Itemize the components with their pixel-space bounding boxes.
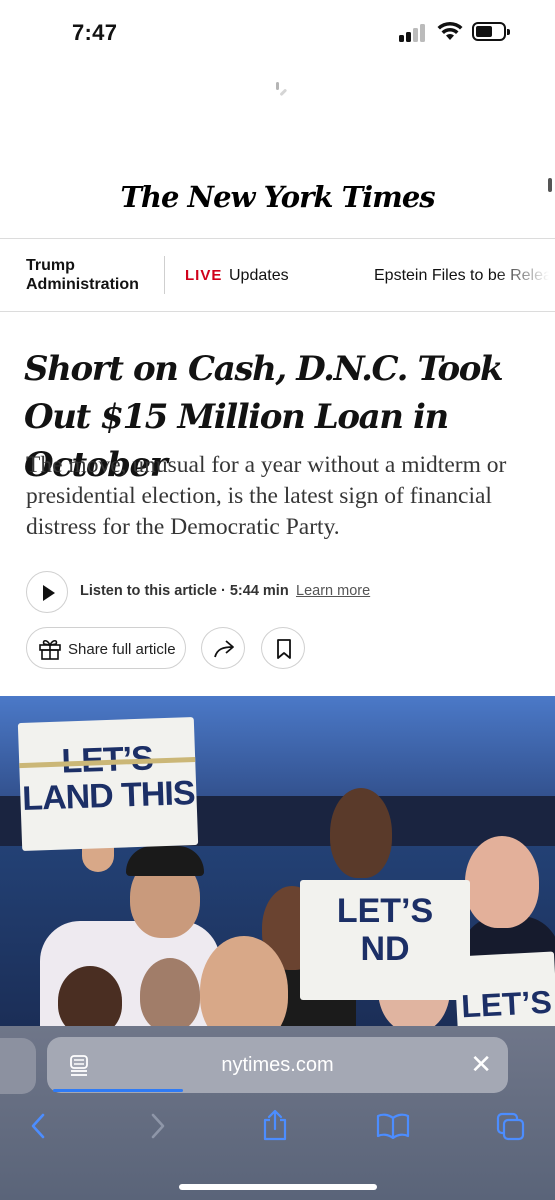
share-button[interactable]	[201, 627, 245, 669]
listen-label: Listen to this article · 5:44 min	[80, 583, 289, 599]
tabs-icon[interactable]	[496, 1112, 526, 1142]
live-updates-link[interactable]: Updates	[229, 267, 289, 285]
forward-icon[interactable]	[148, 1111, 168, 1141]
news-ticker: Trump Administration LIVE Updates Epstei…	[0, 238, 555, 312]
live-badge[interactable]: LIVE	[185, 267, 222, 284]
article-photo[interactable]: LET’S LAND THIS LET’S ND LET’S	[0, 696, 555, 1026]
person-head	[140, 958, 200, 1026]
loading-spinner-icon	[276, 82, 287, 96]
save-article-button[interactable]	[261, 627, 305, 669]
back-icon[interactable]	[28, 1111, 48, 1141]
bookmark-icon	[277, 639, 291, 659]
sign-lets-right: LET’S	[453, 951, 555, 1026]
page-load-progress	[53, 1089, 183, 1092]
battery-icon	[472, 22, 510, 41]
cellular-signal-icon	[399, 24, 429, 42]
url-text: nytimes.com	[221, 1054, 334, 1076]
share-arrow-icon	[214, 640, 234, 658]
share-label: Share full article	[68, 641, 176, 658]
play-icon	[43, 585, 55, 601]
play-audio-button[interactable]	[26, 571, 68, 613]
cap	[126, 846, 204, 876]
person-head	[58, 966, 122, 1026]
share-icon[interactable]	[261, 1108, 289, 1142]
home-indicator[interactable]	[179, 1184, 377, 1190]
learn-more-link[interactable]: Learn more	[296, 583, 370, 599]
status-time: 7:47	[72, 20, 118, 45]
share-full-article-button[interactable]: Share full article	[26, 627, 186, 669]
sign-lets-middle: LET’S ND	[300, 880, 470, 1000]
ticker-section-line2: Administration	[26, 276, 139, 293]
previous-tab-preview[interactable]	[0, 1038, 36, 1094]
ticker-fade	[495, 239, 555, 311]
person-head	[330, 788, 392, 878]
safari-toolbar: nytimes.com ✕	[0, 1026, 555, 1200]
bookmarks-icon[interactable]	[376, 1113, 410, 1139]
wifi-icon	[437, 21, 463, 40]
person-head	[465, 836, 539, 928]
masthead-logo[interactable]: The New York Times	[0, 180, 555, 214]
ticker-section-line1: Trump	[26, 257, 75, 274]
gift-icon	[39, 639, 61, 660]
status-bar: 7:47	[0, 0, 555, 70]
sign-lets-land-this: LET’S LAND THIS	[17, 716, 199, 852]
article-summary: The move, unusual for a year without a m…	[26, 452, 507, 540]
ticker-section-label[interactable]: Trump Administration	[26, 256, 156, 294]
address-bar[interactable]: nytimes.com ✕	[47, 1037, 508, 1093]
masthead-title: The New York Times	[120, 180, 435, 214]
ticker-divider	[164, 256, 165, 294]
close-icon[interactable]: ✕	[470, 1051, 492, 1077]
